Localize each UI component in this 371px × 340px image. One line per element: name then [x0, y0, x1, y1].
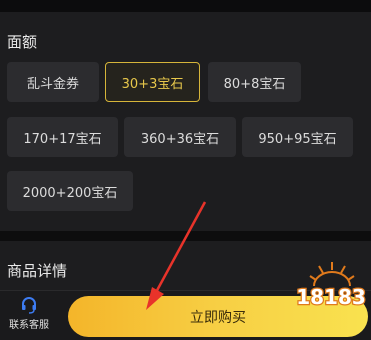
- top-strip: [0, 0, 371, 12]
- option-360-gems[interactable]: 360+36宝石: [124, 117, 236, 157]
- option-80-gems[interactable]: 80+8宝石: [208, 62, 301, 102]
- section-divider: [0, 231, 371, 241]
- customer-service-button[interactable]: 联系客服: [0, 296, 58, 336]
- watermark-text: 18183: [296, 285, 366, 309]
- watermark-logo: 18183: [295, 262, 367, 310]
- headset-icon: [22, 297, 36, 314]
- option-2000-gems[interactable]: 2000+200宝石: [7, 171, 133, 211]
- option-30-gems[interactable]: 30+3宝石: [105, 62, 200, 102]
- buy-now-label: 立即购买: [190, 309, 246, 326]
- option-950-gems[interactable]: 950+95宝石: [242, 117, 353, 157]
- denomination-title: 面额: [7, 33, 38, 51]
- details-title: 商品详情: [7, 262, 68, 280]
- customer-service-label: 联系客服: [9, 320, 49, 331]
- option-170-gems[interactable]: 170+17宝石: [7, 117, 118, 157]
- option-chaos-voucher[interactable]: 乱斗金券: [7, 62, 99, 102]
